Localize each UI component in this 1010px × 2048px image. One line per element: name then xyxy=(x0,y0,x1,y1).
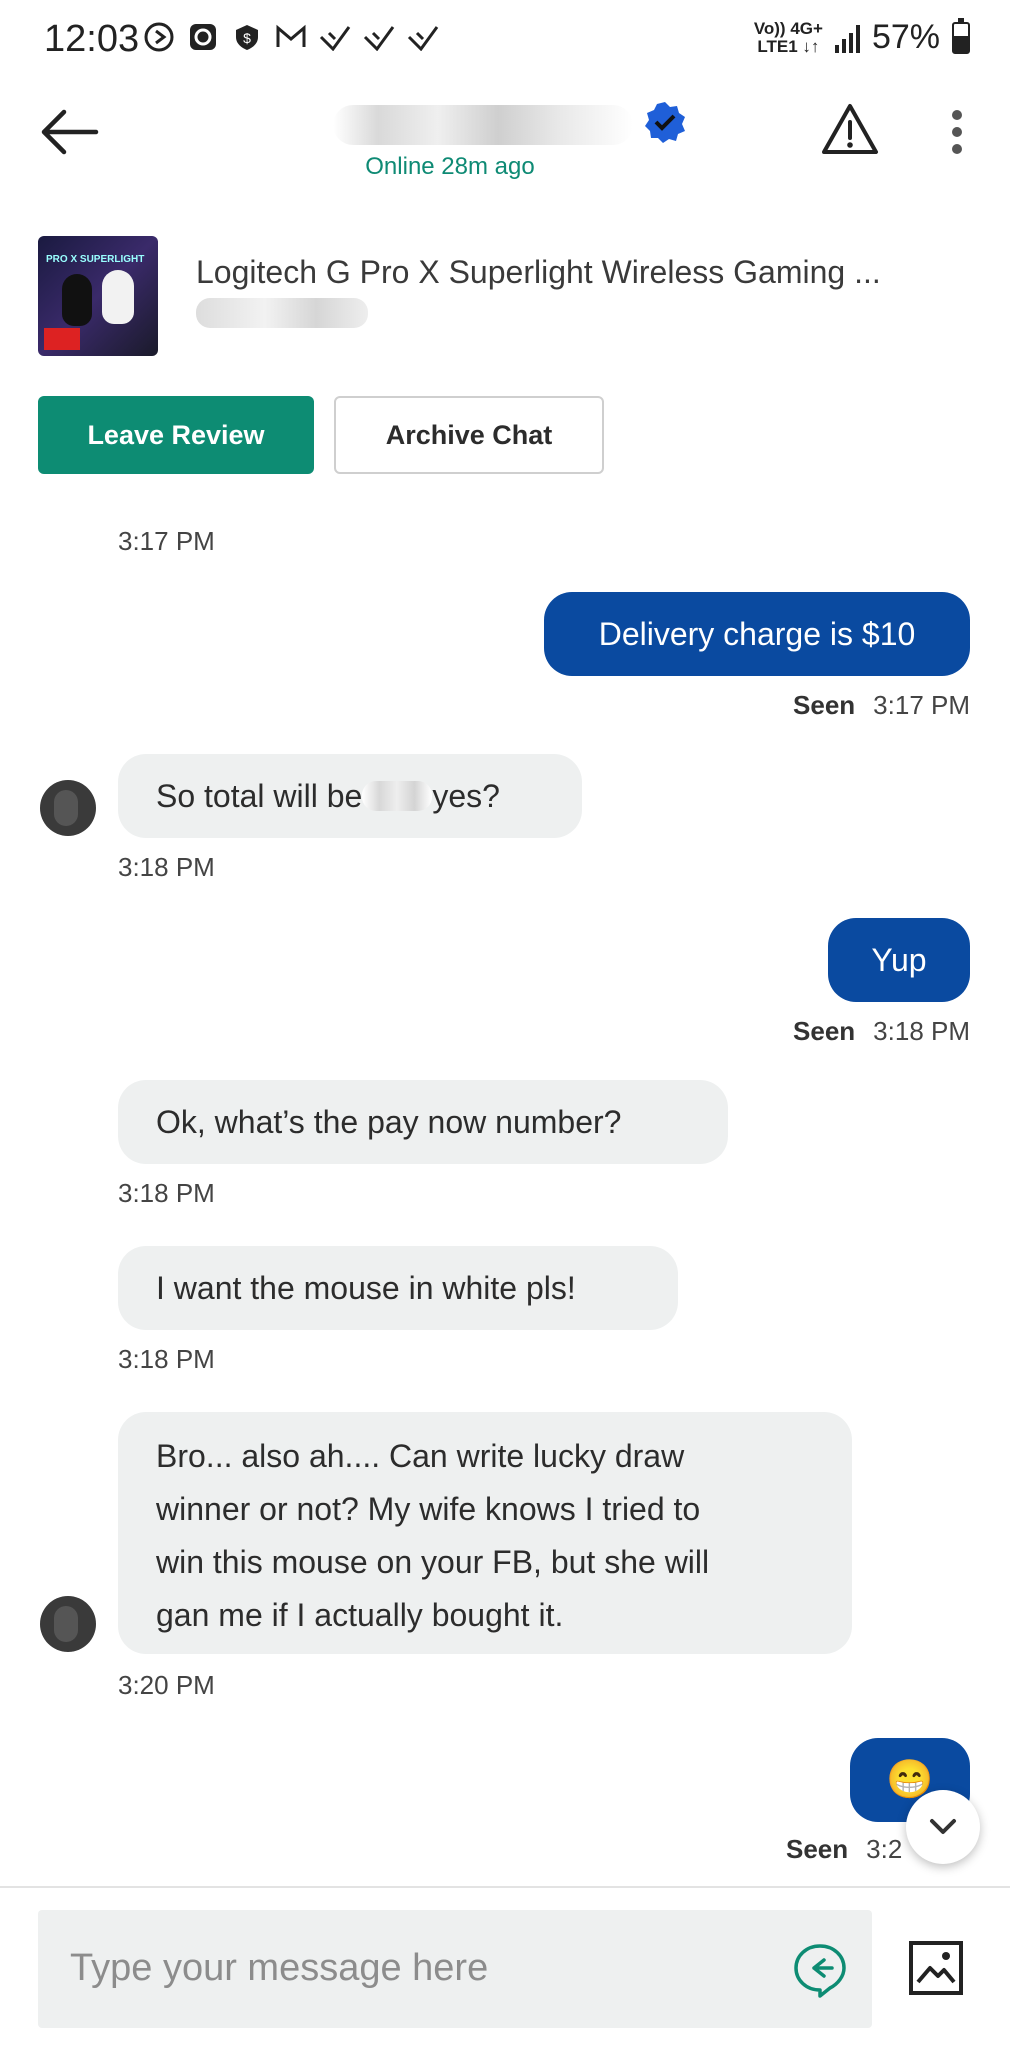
listing-title: Logitech G Pro X Superlight Wireless Gam… xyxy=(196,254,881,290)
message-meta: Seen 3:18 PM xyxy=(793,1016,970,1047)
message-time: 3:18 PM xyxy=(873,1016,970,1046)
svg-text:$: $ xyxy=(243,30,251,46)
chat-title[interactable]: Online 28m ago xyxy=(320,100,700,181)
network-indicator: Vo)) 4G+ LTE1 ↓↑ xyxy=(753,18,823,56)
avatar[interactable] xyxy=(40,780,96,836)
online-status: Online 28m ago xyxy=(365,153,535,180)
composer-divider xyxy=(0,1886,1010,1888)
incoming-message[interactable]: Bro... also ah.... Can write lucky draw … xyxy=(118,1412,852,1654)
message-time: 3:17 PM xyxy=(118,526,215,556)
scroll-to-bottom-button[interactable] xyxy=(906,1790,980,1864)
leave-review-button[interactable]: Leave Review xyxy=(38,396,314,474)
status-right: Vo)) 4G+ LTE1 ↓↑ 57% xyxy=(753,17,970,57)
incoming-message[interactable]: So total will be yes? xyxy=(118,754,582,838)
warning-icon xyxy=(822,104,878,154)
message-time: 3:17 PM xyxy=(873,690,970,720)
back-button[interactable] xyxy=(38,106,102,158)
seen-indicator: Seen xyxy=(793,1016,856,1046)
dot xyxy=(952,144,962,154)
carousell-icon xyxy=(186,20,220,54)
play-circle-icon xyxy=(142,20,176,54)
quick-reply-icon xyxy=(794,1944,846,1998)
message-composer xyxy=(38,1910,872,2028)
black-mouse-image xyxy=(62,274,92,326)
contact-name-redacted xyxy=(332,104,633,145)
more-options-button[interactable] xyxy=(940,104,974,160)
arrow-left-icon xyxy=(41,109,99,155)
message-time: 3:18 PM xyxy=(118,1178,215,1208)
bird-icon xyxy=(406,20,440,54)
message-meta: Seen 3:2 xyxy=(786,1834,902,1865)
dot xyxy=(952,127,962,137)
battery-icon xyxy=(952,17,970,54)
listing-thumbnail: PRO X SUPERLIGHT xyxy=(38,236,158,356)
avatar[interactable] xyxy=(40,1596,96,1652)
incoming-message[interactable]: Ok, what’s the pay now number? xyxy=(118,1080,728,1164)
gmail-icon xyxy=(274,20,308,54)
status-bar: 12:03 $ Vo)) 4G+ LTE1 ↓↑ 57% xyxy=(0,0,1010,80)
listing-card[interactable]: PRO X SUPERLIGHT Logitech G Pro X Superl… xyxy=(38,236,978,360)
message-time: 3:2 xyxy=(866,1834,903,1864)
chevron-down-icon xyxy=(930,1819,956,1834)
chat-header: Online 28m ago xyxy=(0,80,1010,220)
seen-indicator: Seen xyxy=(793,690,856,720)
incoming-message[interactable]: I want the mouse in white pls! xyxy=(118,1246,678,1330)
message-time: 3:18 PM xyxy=(118,852,215,882)
bird-icon xyxy=(362,20,396,54)
redacted-amount xyxy=(362,781,433,811)
signal-icon xyxy=(834,23,860,53)
white-mouse-image xyxy=(102,270,134,324)
status-time: 12:03 xyxy=(44,18,140,60)
listing-price-redacted xyxy=(196,298,368,328)
message-time: 3:18 PM xyxy=(118,1344,215,1374)
message-input[interactable] xyxy=(70,1938,770,1998)
report-button[interactable] xyxy=(820,102,880,158)
shield-dollar-icon: $ xyxy=(230,20,264,54)
thumbnail-badge xyxy=(44,328,80,350)
battery-percentage: 57% xyxy=(871,18,940,56)
image-icon xyxy=(909,1941,963,1995)
notification-icons: $ xyxy=(142,20,440,54)
dot xyxy=(952,110,962,120)
bird-icon xyxy=(318,20,352,54)
archive-chat-button[interactable]: Archive Chat xyxy=(334,396,604,474)
message-time: 3:20 PM xyxy=(118,1670,215,1700)
verified-badge-icon xyxy=(643,100,687,149)
quick-reply-button[interactable] xyxy=(790,1940,850,2000)
thumbnail-logo: PRO X SUPERLIGHT xyxy=(46,254,145,265)
attach-image-button[interactable] xyxy=(906,1938,966,1998)
message-meta: Seen 3:17 PM xyxy=(793,690,970,721)
outgoing-message[interactable]: Yup xyxy=(828,918,970,1002)
seen-indicator: Seen xyxy=(786,1834,849,1864)
outgoing-message[interactable]: Delivery charge is $10 xyxy=(544,592,970,676)
